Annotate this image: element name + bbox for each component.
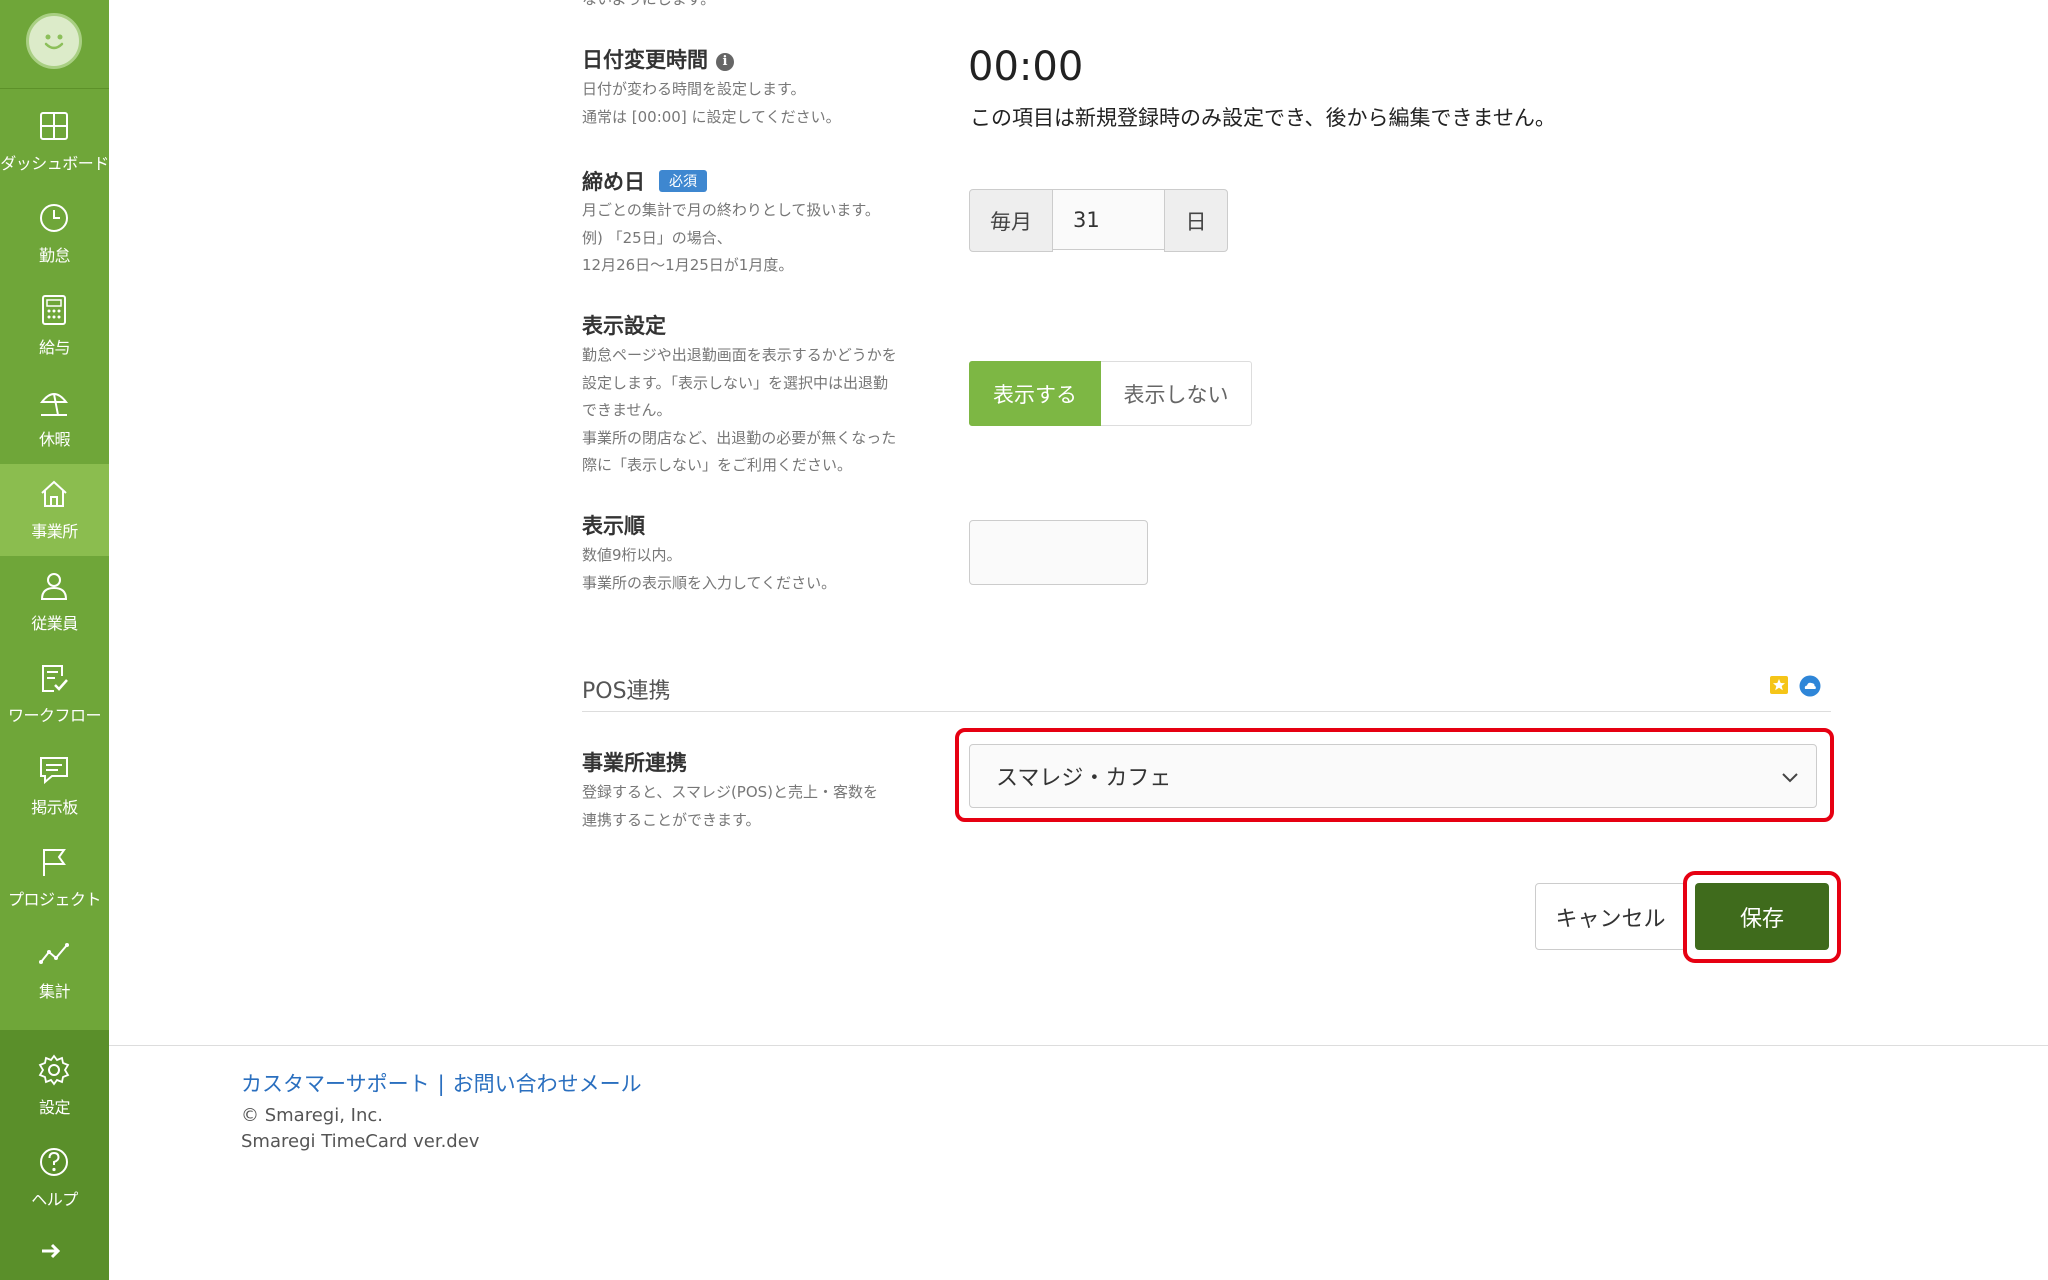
office-link-desc: 登録すると、スマレジ(POS)と売上・客数を 連携することができます。	[582, 783, 879, 829]
sidebar-item-dashboard[interactable]: ダッシュボード	[0, 96, 109, 188]
footer-divider	[109, 1045, 2048, 1046]
display-order-desc: 数値9桁以内。 事業所の表示順を入力してください。	[582, 546, 837, 592]
closing-day-input-group: 毎月 日	[969, 189, 1228, 252]
hide-option-button[interactable]: 表示しない	[1101, 361, 1252, 426]
chart-icon	[39, 943, 69, 964]
office-link-title: 事業所連携	[582, 751, 687, 775]
vacation-icon	[39, 393, 69, 416]
sidebar-item-project[interactable]: プロジェクト	[0, 832, 109, 924]
show-option-button[interactable]: 表示する	[969, 361, 1101, 426]
closing-day-title: 締め日 必須	[582, 166, 707, 196]
closing-day-label: 締め日	[582, 170, 645, 194]
version-text: Smaregi TimeCard ver.dev	[241, 1131, 480, 1152]
bookmark-star-icon[interactable]	[1769, 675, 1789, 695]
app-logo[interactable]	[0, 0, 109, 89]
office-link-select[interactable]: スマレジ・カフェ	[969, 744, 1817, 808]
footer-links: カスタマーサポート | お問い合わせメール	[241, 1068, 642, 1098]
date-change-label: 日付変更時間	[582, 48, 708, 72]
sidebar-item-label: ヘルプ	[31, 1190, 78, 1209]
display-order-title: 表示順	[582, 514, 645, 538]
sidebar-item-workflow[interactable]: ワークフロー	[0, 648, 109, 740]
clock-icon	[40, 204, 68, 232]
display-setting-toggle: 表示する 表示しない	[969, 361, 1252, 426]
sidebar-item-label: 休暇	[38, 430, 71, 449]
section-icons	[1769, 675, 1821, 697]
sidebar-item-label: 勤怠	[38, 246, 71, 265]
info-icon[interactable]: i	[716, 53, 734, 71]
board-icon	[40, 757, 68, 785]
section-divider	[582, 711, 1831, 712]
closing-day-prefix: 毎月	[969, 189, 1053, 252]
footer-separator: |	[437, 1072, 445, 1096]
display-setting-title: 表示設定	[582, 314, 666, 338]
cancel-button[interactable]: キャンセル	[1535, 883, 1686, 950]
date-change-title: 日付変更時間 i	[582, 44, 734, 74]
sidebar-item-label: 掲示板	[31, 798, 78, 817]
dashboard-icon	[40, 112, 68, 140]
cloud-icon[interactable]	[1799, 675, 1821, 697]
sidebar-item-label: プロジェクト	[7, 890, 102, 909]
sidebar-item-label: ワークフロー	[7, 706, 102, 725]
sidebar-item-label: 従業員	[31, 614, 78, 633]
sidebar-item-help[interactable]: ヘルプ	[0, 1132, 109, 1224]
copyright-text: © Smaregi, Inc.	[241, 1105, 383, 1126]
arrow-right-icon[interactable]	[40, 1240, 62, 1268]
checklist-icon	[42, 665, 68, 692]
smiley-logo-icon	[26, 13, 82, 69]
closing-day-input[interactable]	[1053, 189, 1164, 250]
date-change-note: この項目は新規登録時のみ設定でき、後から編集できません。	[970, 106, 1556, 130]
closing-day-desc: 月ごとの集計で月の終わりとして扱います。 例) 「25日」の場合、 12月26日…	[582, 201, 880, 274]
sidebar-item-vacation[interactable]: 休暇	[0, 372, 109, 464]
display-setting-desc: 勤怠ページや出退勤画面を表示するかどうかを 設定します。「表示しない」を選択中は…	[582, 346, 897, 474]
closing-day-suffix: 日	[1164, 189, 1228, 252]
sidebar-item-label: 事業所	[31, 522, 78, 541]
gear-icon	[38, 1054, 70, 1086]
calculator-icon	[42, 295, 66, 325]
date-change-value: 00:00	[968, 44, 1084, 90]
display-order-input[interactable]	[969, 520, 1148, 585]
person-icon	[40, 573, 68, 600]
save-button[interactable]: 保存	[1695, 883, 1829, 950]
sidebar-item-label: ダッシュボード	[0, 154, 109, 173]
sidebar: ダッシュボード 勤怠 給与 休暇 事業所 従業員 ワークフロー 掲示板 プロジェ…	[0, 0, 109, 1280]
office-link-selected: スマレジ・カフェ	[996, 766, 1172, 791]
sidebar-item-board[interactable]: 掲示板	[0, 740, 109, 832]
sidebar-item-attendance[interactable]: 勤怠	[0, 188, 109, 280]
pos-section-title: POS連携	[582, 679, 671, 704]
help-icon	[40, 1148, 68, 1176]
contact-mail-link[interactable]: お問い合わせメール	[453, 1072, 642, 1096]
truncated-description: ないようにします。	[582, 0, 715, 9]
sidebar-item-office[interactable]: 事業所	[0, 464, 109, 556]
sidebar-item-reports[interactable]: 集計	[0, 924, 109, 1016]
customer-support-link[interactable]: カスタマーサポート	[241, 1072, 430, 1096]
flag-icon	[43, 849, 66, 876]
sidebar-item-label: 集計	[38, 982, 71, 1001]
required-badge: 必須	[659, 170, 707, 192]
sidebar-item-label: 設定	[38, 1098, 71, 1117]
home-icon	[41, 480, 67, 507]
date-change-desc: 日付が変わる時間を設定します。 通常は [00:00] に設定してください。	[582, 80, 841, 126]
sidebar-item-employees[interactable]: 従業員	[0, 556, 109, 648]
sidebar-item-payroll[interactable]: 給与	[0, 280, 109, 372]
sidebar-item-settings[interactable]: 設定	[0, 1040, 109, 1132]
chevron-down-icon	[1782, 773, 1798, 783]
sidebar-item-label: 給与	[38, 338, 71, 357]
